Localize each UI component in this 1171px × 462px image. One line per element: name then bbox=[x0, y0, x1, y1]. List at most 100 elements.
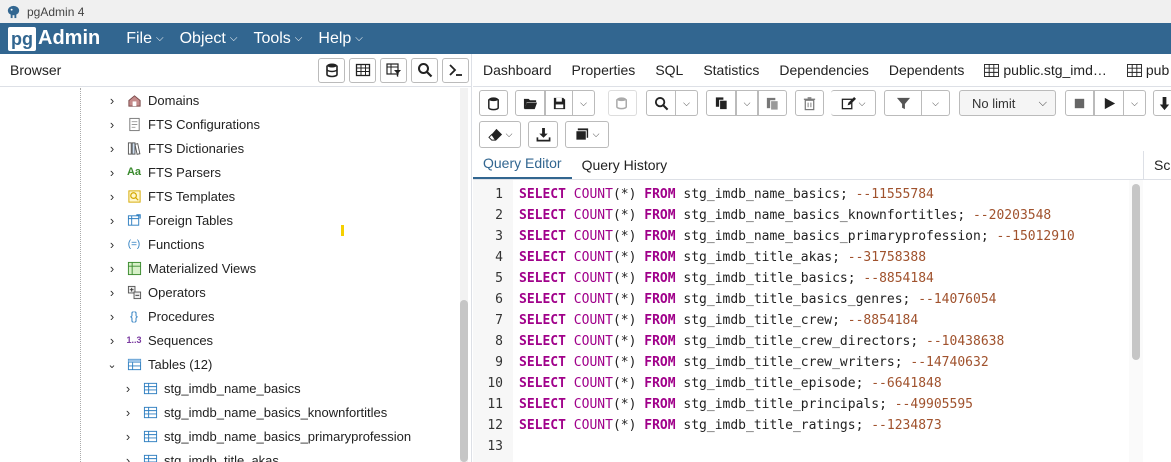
tab-sql[interactable]: SQL bbox=[655, 62, 683, 78]
chevron-right-icon[interactable]: › bbox=[120, 405, 136, 420]
chevron-right-icon[interactable]: › bbox=[104, 309, 120, 324]
editor-scrollbar[interactable] bbox=[1129, 180, 1143, 462]
open-connection-button[interactable] bbox=[479, 90, 508, 116]
chevron-right-icon[interactable]: › bbox=[120, 381, 136, 396]
tab-query-history[interactable]: Query History bbox=[572, 157, 678, 179]
view-data-button[interactable] bbox=[349, 57, 376, 83]
editor-line[interactable]: 7 SELECT COUNT(*) FROM stg_imdb_title_cre… bbox=[473, 310, 918, 331]
find-options-dropdown[interactable]: ⌵ bbox=[676, 90, 698, 116]
chevron-right-icon[interactable]: › bbox=[104, 285, 120, 300]
tab-statistics[interactable]: Statistics bbox=[703, 62, 759, 78]
save-data-button[interactable] bbox=[608, 90, 637, 116]
tree-item-table[interactable]: › stg_imdb_title_akas bbox=[120, 448, 279, 462]
delete-button[interactable] bbox=[795, 90, 824, 116]
execute-button[interactable] bbox=[1094, 90, 1124, 116]
cancel-query-button[interactable] bbox=[1065, 90, 1094, 116]
row-limit-select[interactable]: No limit ⌵ bbox=[959, 90, 1056, 116]
tab-dependencies[interactable]: Dependencies bbox=[779, 62, 869, 78]
tree-item-foreign-tables[interactable]: › Foreign Tables bbox=[104, 208, 233, 232]
tree-item-domains[interactable]: › Domains bbox=[104, 88, 199, 112]
execute-options-dropdown[interactable]: ⌵ bbox=[1124, 90, 1146, 116]
psql-tool-button[interactable] bbox=[442, 57, 469, 83]
tree-item-functions[interactable]: › (=) Functions bbox=[104, 232, 205, 256]
chevron-right-icon[interactable]: › bbox=[104, 165, 120, 180]
tree-item-label: Operators bbox=[148, 284, 206, 300]
browser-scrollbar[interactable] bbox=[460, 88, 468, 462]
search-objects-button[interactable] bbox=[411, 57, 438, 83]
chevron-right-icon[interactable]: › bbox=[104, 117, 120, 132]
tree-item-table[interactable]: › stg_imdb_name_basics_primaryprofession bbox=[120, 424, 411, 448]
filtered-rows-button[interactable] bbox=[380, 57, 407, 83]
editor-line[interactable]: 12 SELECT COUNT(*) FROM stg_imdb_title_ra… bbox=[473, 415, 941, 436]
tree-item-fts-templates[interactable]: › FTS Templates bbox=[104, 184, 235, 208]
tree-item-procedures[interactable]: › {} Procedures bbox=[104, 304, 215, 328]
chevron-down-icon[interactable]: ⌄ bbox=[104, 358, 120, 371]
menu-tools[interactable]: Tools ⌵ bbox=[253, 30, 302, 48]
menu-object[interactable]: Object ⌵ bbox=[180, 30, 238, 48]
tab-query-editor[interactable]: Query Editor bbox=[473, 155, 572, 179]
menu-file[interactable]: File ⌵ bbox=[126, 30, 163, 48]
keyword-count: COUNT bbox=[573, 187, 613, 202]
tree-item-materialized-views[interactable]: › Materialized Views bbox=[104, 256, 256, 280]
chevron-right-icon[interactable]: › bbox=[104, 141, 120, 156]
editor-line[interactable]: 11 SELECT COUNT(*) FROM stg_imdb_title_pr… bbox=[473, 394, 973, 415]
scrollbar-thumb[interactable] bbox=[1132, 184, 1140, 360]
editor-line[interactable]: 2 SELECT COUNT(*) FROM stg_imdb_name_basi… bbox=[473, 205, 1051, 226]
chevron-right-icon[interactable]: › bbox=[104, 261, 120, 276]
tree-item-fts-configurations[interactable]: › FTS Configurations bbox=[104, 112, 260, 136]
sql-editor[interactable]: 1 SELECT COUNT(*) FROM stg_imdb_name_basi… bbox=[473, 180, 1143, 462]
table-name: stg_imdb_title_akas bbox=[683, 250, 833, 265]
count-argument: (*) bbox=[612, 229, 637, 244]
editor-line[interactable]: 8 SELECT COUNT(*) FROM stg_imdb_title_cre… bbox=[473, 331, 1004, 352]
editor-line[interactable]: 13 bbox=[473, 436, 503, 457]
line-number: 13 bbox=[487, 439, 503, 454]
tree-item-sequences[interactable]: › 1..3 Sequences bbox=[104, 328, 213, 352]
chevron-right-icon[interactable]: › bbox=[104, 237, 120, 252]
chevron-right-icon[interactable]: › bbox=[120, 429, 136, 444]
tab-query-tool-1[interactable]: public.stg_imd… bbox=[984, 62, 1107, 78]
explain-button[interactable] bbox=[1153, 90, 1171, 116]
chevron-down-icon: ⌵ bbox=[156, 33, 164, 44]
tree-item-fts-parsers[interactable]: › Aa FTS Parsers bbox=[104, 160, 221, 184]
filter-options-dropdown[interactable]: ⌵ bbox=[922, 90, 950, 116]
tab-dependents[interactable]: Dependents bbox=[889, 62, 965, 78]
filter-button[interactable] bbox=[884, 90, 922, 116]
chevron-right-icon[interactable]: › bbox=[104, 189, 120, 204]
tree-item-fts-dictionaries[interactable]: › FTS Dictionaries bbox=[104, 136, 244, 160]
tab-properties[interactable]: Properties bbox=[572, 62, 636, 78]
copy-options-dropdown[interactable]: ⌵ bbox=[736, 90, 758, 116]
editor-line[interactable]: 1 SELECT COUNT(*) FROM stg_imdb_name_basi… bbox=[473, 184, 934, 205]
menu-help[interactable]: Help ⌵ bbox=[318, 30, 363, 48]
chevron-right-icon[interactable]: › bbox=[120, 453, 136, 462]
tab-scratch-pad[interactable]: Sc bbox=[1143, 151, 1170, 180]
editor-line[interactable]: 10 SELECT COUNT(*) FROM stg_imdb_title_ep… bbox=[473, 373, 941, 394]
tree-item-label: Procedures bbox=[148, 308, 215, 324]
save-file-button[interactable] bbox=[545, 90, 573, 116]
editor-line[interactable]: 4 SELECT COUNT(*) FROM stg_imdb_title_aka… bbox=[473, 247, 926, 268]
editor-line[interactable]: 6 SELECT COUNT(*) FROM stg_imdb_title_bas… bbox=[473, 289, 996, 310]
object-explorer-button[interactable] bbox=[318, 57, 345, 83]
chevron-right-icon[interactable]: › bbox=[104, 333, 120, 348]
chevron-right-icon[interactable]: › bbox=[104, 213, 120, 228]
tab-query-tool-2[interactable]: pub bbox=[1126, 62, 1169, 78]
tree-item-table[interactable]: › stg_imdb_name_basics bbox=[120, 376, 301, 400]
chevron-right-icon[interactable]: › bbox=[104, 93, 120, 108]
find-button[interactable] bbox=[646, 90, 676, 116]
macros-button[interactable]: ⌵ bbox=[565, 121, 609, 148]
copy-button[interactable] bbox=[706, 90, 736, 116]
scrollbar-thumb[interactable] bbox=[460, 300, 468, 462]
download-button[interactable] bbox=[528, 121, 558, 148]
edit-button[interactable]: ⌵ bbox=[831, 90, 876, 116]
editor-line[interactable]: 5 SELECT COUNT(*) FROM stg_imdb_title_bas… bbox=[473, 268, 934, 289]
tab-dashboard[interactable]: Dashboard bbox=[483, 62, 552, 78]
clear-button[interactable]: ⌵ bbox=[479, 121, 521, 148]
editor-line[interactable]: 3 SELECT COUNT(*) FROM stg_imdb_name_basi… bbox=[473, 226, 1075, 247]
save-options-dropdown[interactable]: ⌵ bbox=[573, 90, 595, 116]
open-file-button[interactable] bbox=[515, 90, 545, 116]
paste-button[interactable] bbox=[758, 90, 787, 116]
editor-line[interactable]: 9 SELECT COUNT(*) FROM stg_imdb_title_cre… bbox=[473, 352, 988, 373]
keyword-from: FROM bbox=[644, 376, 676, 391]
tree-item-tables[interactable]: ⌄ Tables (12) bbox=[104, 352, 212, 376]
tree-item-table[interactable]: › stg_imdb_name_basics_knownfortitles bbox=[120, 400, 387, 424]
tree-item-operators[interactable]: › Operators bbox=[104, 280, 206, 304]
